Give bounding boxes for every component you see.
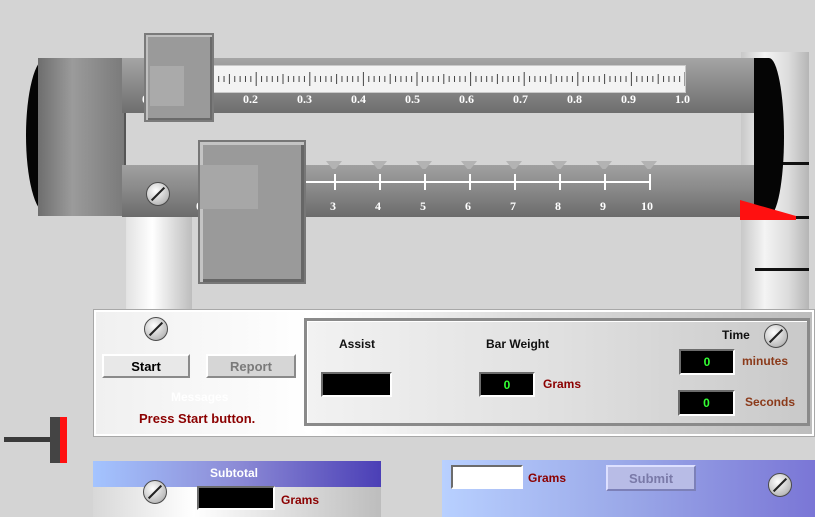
top-scale-rail — [144, 65, 686, 93]
top-scale-label: 0.6 — [459, 92, 474, 106]
seconds-display: 0 — [678, 390, 735, 416]
bottom-scale-label: 10 — [641, 199, 653, 213]
bottom-rider-slider[interactable] — [198, 140, 306, 284]
top-scale-label: 0.7 — [513, 92, 528, 106]
bottom-rider-window — [200, 165, 258, 209]
bottom-scale-label: 5 — [420, 199, 426, 213]
subtotal-screw-icon — [143, 480, 167, 504]
bottom-scale-label: 7 — [510, 199, 516, 213]
start-button[interactable]: Start — [102, 354, 190, 378]
top-scale-label: 0.3 — [297, 92, 312, 106]
panel-screw-icon — [144, 317, 168, 341]
top-scale-ticks — [148, 72, 685, 86]
time-screw-icon — [764, 324, 788, 348]
bottom-scale-label: 6 — [465, 199, 471, 213]
bottom-scale-label: 3 — [330, 199, 336, 213]
left-pillar — [126, 215, 192, 315]
top-scale-labels: 0 0.2 0.3 0.4 0.5 0.6 0.7 0.8 0.9 1.0 — [142, 92, 704, 108]
top-scale-label: 0.4 — [351, 92, 366, 106]
bar-weight-display: 0 — [479, 372, 535, 397]
top-scale-label: 0.2 — [243, 92, 258, 106]
top-scale-label: 0.8 — [567, 92, 582, 106]
bottom-scale-label: 9 — [600, 199, 606, 213]
balance-pivot-block — [38, 58, 126, 216]
assist-label: Assist — [339, 337, 376, 351]
subtotal-title: Subtotal — [210, 466, 258, 480]
seconds-label: Seconds — [745, 395, 796, 409]
messages-title: Messages — [171, 390, 229, 404]
bar-weight-label: Bar Weight — [486, 337, 550, 351]
assist-display — [321, 372, 392, 397]
submit-screw-icon — [768, 473, 792, 497]
pillar-tick — [755, 268, 809, 271]
top-scale-label: 0.9 — [621, 92, 636, 106]
minutes-label: minutes — [742, 354, 789, 368]
top-scale-label: 0.5 — [405, 92, 420, 106]
minutes-display: 0 — [679, 349, 735, 375]
pointer-tool-handle — [50, 417, 60, 463]
submit-button[interactable]: Submit — [606, 465, 696, 491]
grams-input[interactable] — [451, 465, 523, 489]
bottom-scale-label: 8 — [555, 199, 561, 213]
report-button[interactable]: Report — [206, 354, 296, 378]
bottom-scale-label: 4 — [375, 199, 381, 213]
time-label: Time — [722, 328, 750, 342]
beam-screw-icon — [146, 182, 170, 206]
top-scale-label: 1.0 — [675, 92, 690, 106]
message-text: Press Start button. — [139, 411, 256, 426]
pointer-tool-shaft — [4, 437, 50, 442]
subtotal-unit: Grams — [281, 493, 320, 507]
subtotal-display — [197, 486, 275, 510]
pointer-tool-tip — [60, 417, 67, 463]
top-rider-window — [150, 66, 184, 106]
bar-weight-unit: Grams — [543, 377, 582, 391]
right-end-cap — [754, 58, 784, 216]
grams-input-unit: Grams — [528, 471, 567, 485]
